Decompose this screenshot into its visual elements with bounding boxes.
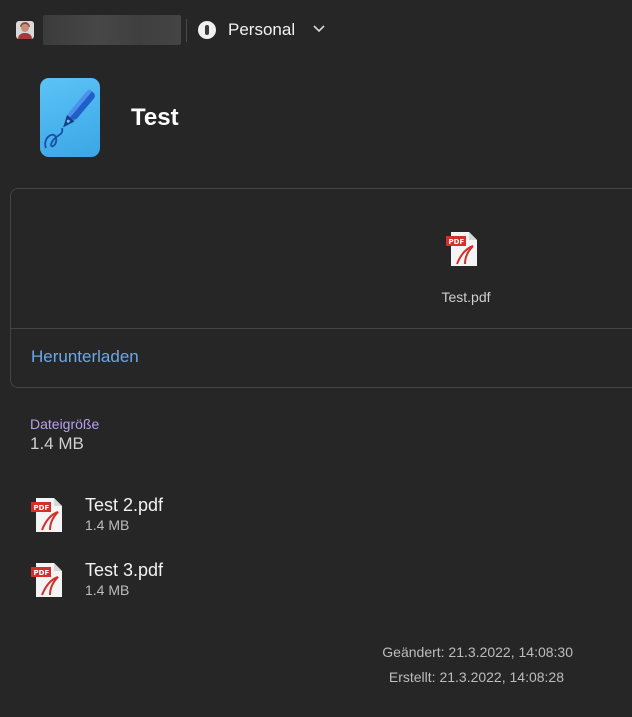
pdf-file-icon[interactable]: PDF — [445, 230, 481, 268]
item-title: Test — [131, 104, 179, 131]
download-link[interactable]: Herunterladen — [31, 347, 139, 367]
file-size: 1.4 MB — [85, 582, 130, 598]
redacted-account-name — [43, 15, 181, 45]
attachment-card: PDF Test.pdf Herunterladen — [10, 188, 632, 388]
vault-icon[interactable] — [198, 21, 216, 39]
divider — [186, 19, 187, 42]
modified-timestamp: Geändert: 21.3.2022, 14:08:30 — [382, 644, 573, 660]
file-list-item[interactable]: PDF Test 2.pdf 1.4 MB — [30, 495, 330, 540]
card-divider — [11, 328, 632, 329]
top-bar: Personal — [0, 0, 632, 60]
file-name: Test 3.pdf — [85, 560, 164, 580]
user-avatar[interactable] — [16, 21, 34, 39]
svg-text:PDF: PDF — [34, 569, 50, 577]
file-name: Test 2.pdf — [85, 495, 164, 515]
file-size-value: 1.4 MB — [30, 434, 84, 453]
file-size: 1.4 MB — [85, 517, 130, 533]
vault-name[interactable]: Personal — [228, 20, 295, 40]
pdf-file-icon: PDF — [31, 563, 62, 597]
svg-text:PDF: PDF — [34, 504, 50, 512]
file-size-label: Dateigröße — [30, 416, 100, 432]
pdf-file-icon: PDF — [31, 498, 62, 532]
chevron-down-icon[interactable] — [313, 24, 325, 34]
created-timestamp: Erstellt: 21.3.2022, 14:08:28 — [388, 669, 564, 685]
svg-text:PDF: PDF — [449, 238, 465, 246]
document-pen-icon — [40, 78, 100, 157]
file-list-item[interactable]: PDF Test 3.pdf 1.4 MB — [30, 560, 330, 605]
attachment-file-name[interactable]: Test.pdf — [391, 289, 541, 305]
